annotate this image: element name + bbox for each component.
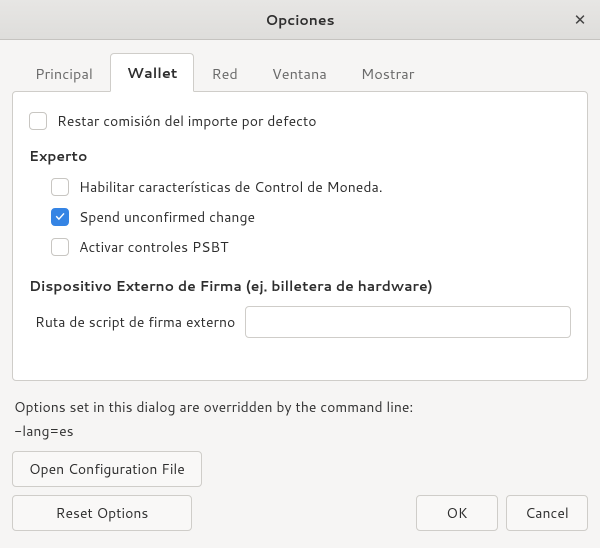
dialog-content: Principal Wallet Red Ventana Mostrar Res… <box>0 40 600 381</box>
override-note: Options set in this dialog are overridde… <box>14 397 586 417</box>
tab-wallet[interactable]: Wallet <box>110 53 195 92</box>
open-config-button[interactable]: Open Configuration File <box>12 451 202 487</box>
label-subtract-fee: Restar comisión del importe por defecto <box>57 111 317 131</box>
override-value: -lang=es <box>14 421 586 441</box>
label-spend-unconfirmed: Spend unconfirmed change <box>79 207 255 227</box>
checkbox-subtract-fee[interactable] <box>29 112 47 130</box>
cancel-button[interactable]: Cancel <box>506 495 588 531</box>
ok-button[interactable]: OK <box>416 495 498 531</box>
row-script-path: Ruta de script de firma externo <box>35 306 571 338</box>
input-script-path[interactable] <box>245 306 571 338</box>
label-coin-control: Habilitar características de Control de … <box>79 177 383 197</box>
label-script-path: Ruta de script de firma externo <box>35 312 235 332</box>
tab-ventana[interactable]: Ventana <box>255 54 344 92</box>
heading-external-signer: Dispositivo Externo de Firma (ej. billet… <box>29 276 571 296</box>
row-subtract-fee[interactable]: Restar comisión del importe por defecto <box>29 106 571 136</box>
tab-red[interactable]: Red <box>194 54 254 92</box>
checkbox-coin-control[interactable] <box>51 178 69 196</box>
titlebar: Opciones ✕ <box>0 0 600 40</box>
row-coin-control[interactable]: Habilitar características de Control de … <box>51 172 571 202</box>
wallet-panel: Restar comisión del importe por defecto … <box>12 91 588 381</box>
footer: Options set in this dialog are overridde… <box>0 381 600 543</box>
window-title: Opciones <box>265 10 334 30</box>
heading-expert: Experto <box>29 146 571 166</box>
label-psbt-controls: Activar controles PSBT <box>79 237 228 257</box>
row-psbt-controls[interactable]: Activar controles PSBT <box>51 232 571 262</box>
checkbox-spend-unconfirmed[interactable] <box>51 208 69 226</box>
checkbox-psbt-controls[interactable] <box>51 238 69 256</box>
tab-mostrar[interactable]: Mostrar <box>344 54 432 92</box>
button-row-1: Open Configuration File <box>12 451 588 487</box>
reset-options-button[interactable]: Reset Options <box>12 495 192 531</box>
tabs-row: Principal Wallet Red Ventana Mostrar <box>12 52 588 91</box>
row-spend-unconfirmed[interactable]: Spend unconfirmed change <box>51 202 571 232</box>
tab-principal[interactable]: Principal <box>18 54 110 92</box>
button-row-2: Reset Options OK Cancel <box>12 495 588 531</box>
close-icon[interactable]: ✕ <box>570 10 590 30</box>
